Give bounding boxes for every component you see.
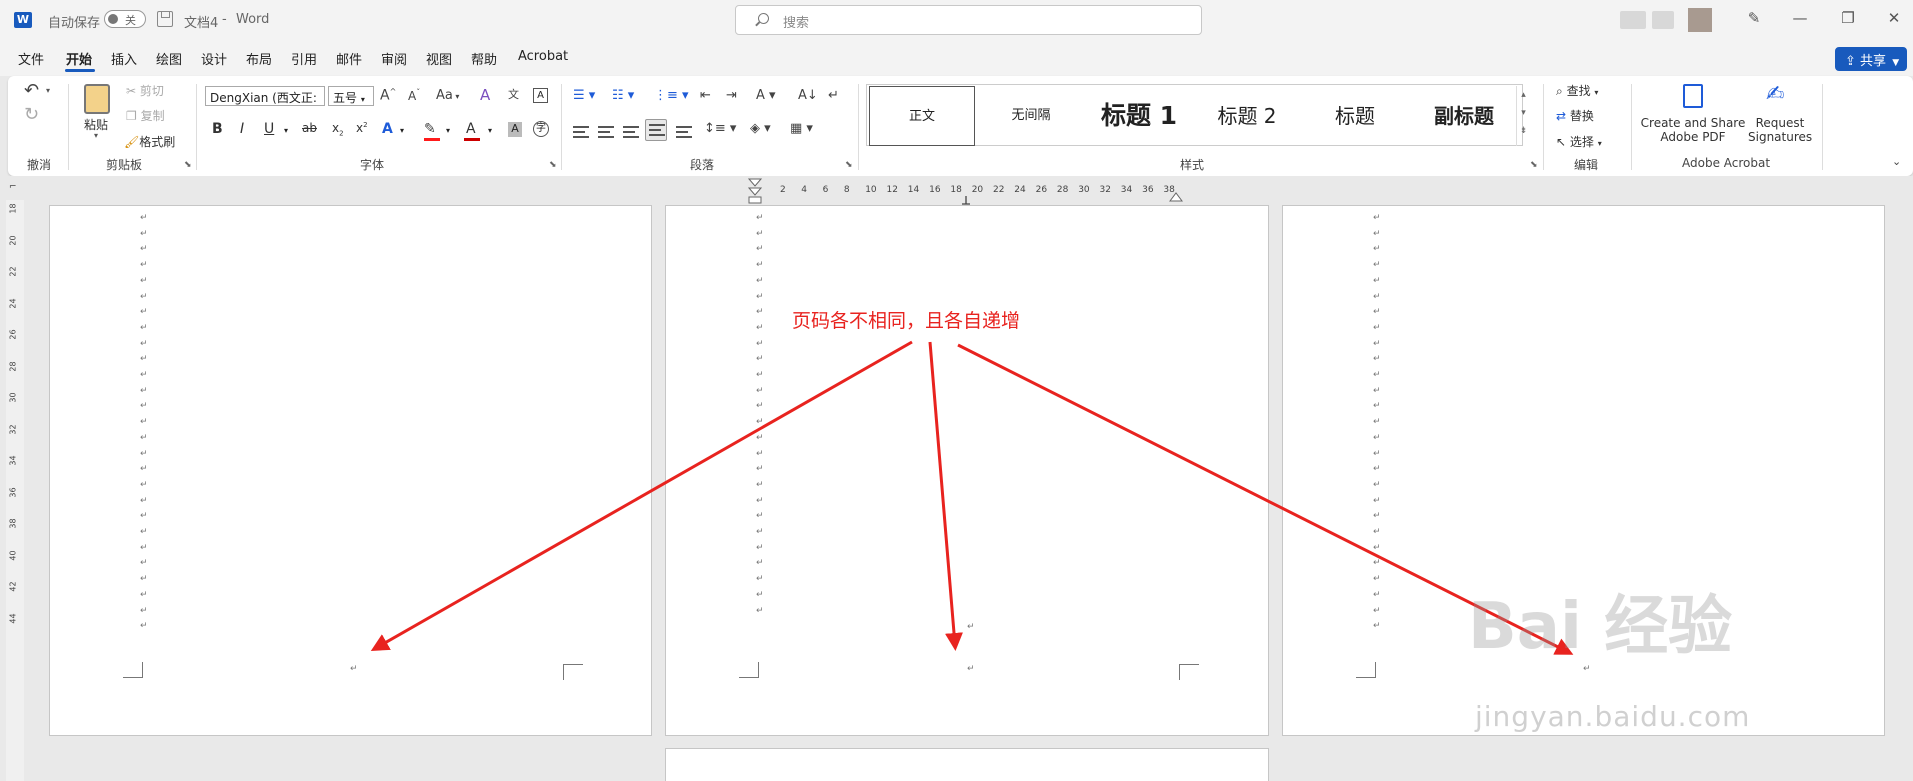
arrow-to-page-1 (370, 340, 913, 651)
arrow-to-page-2 (928, 341, 963, 651)
baidu-watermark-logo: Bai 经验 (1468, 575, 1732, 667)
baidu-watermark-url: jingyan.baidu.com (1475, 700, 1751, 733)
watermark-main: Bai 经验 (1468, 590, 1733, 664)
